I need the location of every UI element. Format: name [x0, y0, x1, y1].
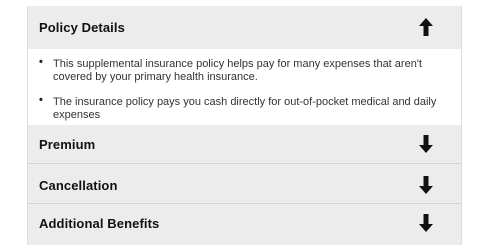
premium-title: Premium: [39, 137, 96, 152]
cancellation-header[interactable]: Cancellation: [28, 166, 461, 204]
accordion: Policy Details • This supplemental insur…: [27, 6, 462, 245]
divider: [28, 163, 461, 164]
arrow-down-icon[interactable]: [418, 174, 434, 196]
arrow-up-icon[interactable]: [418, 16, 434, 38]
policy-details-header[interactable]: Policy Details: [28, 8, 461, 46]
arrow-down-icon[interactable]: [418, 133, 434, 155]
policy-details-panel: • This supplemental insurance policy hel…: [28, 49, 461, 133]
policy-detail-text: This supplemental insurance policy helps…: [53, 58, 422, 83]
cancellation-title: Cancellation: [39, 178, 118, 193]
policy-detail-text: The insurance policy pays you cash direc…: [53, 96, 437, 121]
additional-benefits-title: Additional Benefits: [39, 216, 160, 231]
policy-details-title: Policy Details: [39, 20, 125, 35]
arrow-down-icon[interactable]: [418, 212, 434, 234]
premium-header[interactable]: Premium: [28, 125, 461, 163]
additional-benefits-header[interactable]: Additional Benefits: [28, 204, 461, 242]
bullet-icon: •: [39, 56, 43, 68]
bullet-icon: •: [39, 94, 43, 106]
